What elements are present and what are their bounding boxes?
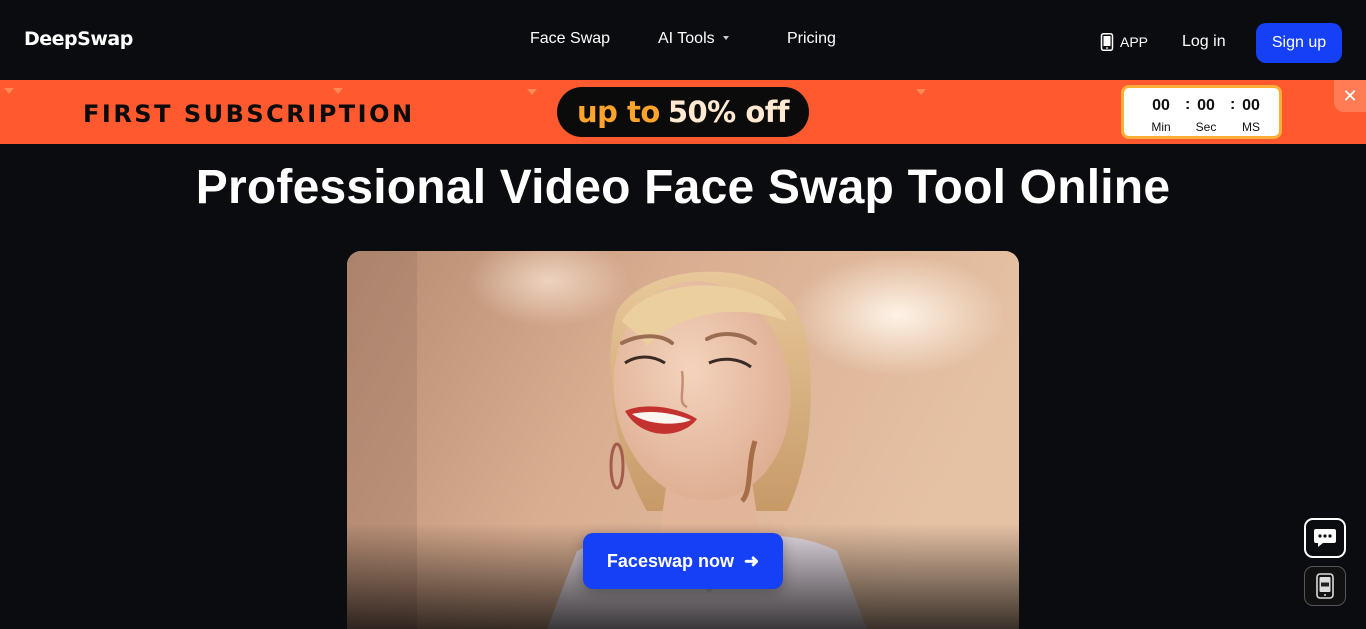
- promo-offer-prefix: up to: [577, 95, 660, 129]
- timer-sec-label: Sec: [1195, 120, 1217, 134]
- signup-button[interactable]: Sign up: [1256, 23, 1342, 63]
- chat-icon: [1314, 529, 1336, 547]
- chat-button-inner: [1305, 519, 1345, 557]
- nav-face-swap[interactable]: Face Swap: [530, 30, 610, 48]
- app-link-label: APP: [1120, 34, 1149, 50]
- confetti-decoration: [916, 89, 926, 95]
- confetti-decoration: [527, 89, 537, 95]
- timer-ms-label: MS: [1242, 120, 1260, 134]
- arrow-right-icon: ➜: [743, 550, 760, 571]
- top-navbar: DeepSwap Face Swap AI Tools Pricing APP …: [0, 0, 1366, 80]
- confetti-decoration: [4, 88, 14, 94]
- timer-separator: :: [1230, 96, 1236, 113]
- nav-ai-tools[interactable]: AI Tools: [658, 30, 729, 48]
- phone-icon: [1100, 33, 1114, 51]
- timer-minutes: 00: [1152, 97, 1170, 114]
- chat-button[interactable]: [1304, 518, 1346, 558]
- app-link[interactable]: APP: [1100, 33, 1148, 51]
- countdown-timer: 00 : 00 : 00 Min Sec MS: [1121, 85, 1282, 139]
- promo-title: FIRST SUBSCRIPTION: [83, 100, 415, 128]
- promo-banner[interactable]: FIRST SUBSCRIPTION up to 50% off 00 : 00…: [0, 80, 1366, 144]
- page-title: Professional Video Face Swap Tool Online: [195, 161, 1171, 214]
- timer-ms: 00: [1242, 97, 1260, 114]
- logo[interactable]: DeepSwap: [24, 28, 133, 50]
- promo-offer-value: 50% off: [667, 95, 790, 129]
- faceswap-now-button[interactable]: Faceswap now ➜: [583, 533, 783, 589]
- nav-ai-tools-label: AI Tools: [658, 30, 715, 47]
- app-download-icon: [1316, 573, 1334, 599]
- promo-offer[interactable]: up to 50% off: [557, 87, 809, 137]
- timer-min-label: Min: [1151, 120, 1171, 134]
- login-link[interactable]: Log in: [1182, 33, 1226, 51]
- caret-down-icon: [722, 35, 729, 40]
- faceswap-now-label: Faceswap now: [606, 550, 734, 571]
- confetti-decoration: [333, 88, 343, 94]
- close-icon[interactable]: ✕: [1334, 80, 1366, 112]
- timer-seconds: 00: [1197, 97, 1215, 114]
- app-download-button[interactable]: [1304, 566, 1346, 606]
- timer-separator: :: [1185, 96, 1191, 113]
- nav-pricing[interactable]: Pricing: [787, 30, 836, 48]
